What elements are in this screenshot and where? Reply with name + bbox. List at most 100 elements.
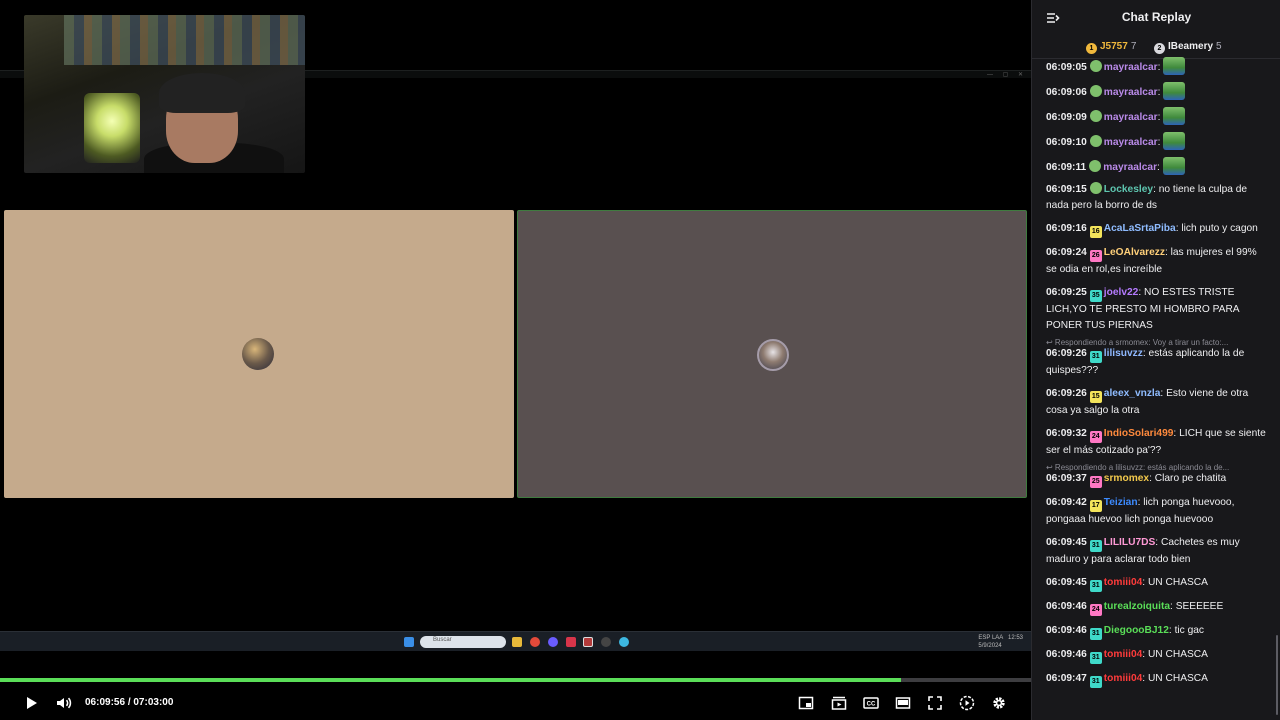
streamer-webcam — [24, 15, 305, 173]
subscriber-badge[interactable]: 31 — [1089, 540, 1102, 552]
chat-username[interactable]: aleex_vnzla — [1104, 388, 1161, 399]
subscriber-badge[interactable]: 31 — [1089, 580, 1102, 592]
chat-username[interactable]: DiegoooBJ12 — [1104, 625, 1169, 636]
chat-username[interactable]: mayraalcar — [1103, 162, 1157, 173]
miniplayer-button[interactable] — [797, 694, 815, 712]
participant-avatar — [242, 338, 274, 370]
subscriber-badge[interactable]: 24 — [1089, 604, 1102, 616]
subscriber-badge[interactable]: 17 — [1089, 500, 1102, 512]
chat-username[interactable]: AcaLaSrtaPiba — [1104, 223, 1176, 234]
chat-username[interactable]: Lockesley — [1104, 184, 1153, 195]
seek-bar[interactable] — [0, 678, 1031, 682]
chat-username[interactable]: turealzoiquita — [1104, 601, 1170, 612]
message-timestamp: 06:09:46 — [1046, 625, 1087, 636]
play-icon — [27, 697, 37, 709]
message-timestamp: 06:09:47 — [1046, 673, 1087, 684]
play-button[interactable] — [22, 694, 40, 712]
leaderboard-name: IBeamery — [1168, 41, 1214, 52]
leaderboard-entry[interactable]: 1 J5757 7 — [1086, 41, 1136, 54]
message-timestamp: 06:09:05 — [1046, 62, 1087, 73]
message-timestamp: 06:09:25 — [1046, 287, 1087, 298]
volume-button[interactable] — [55, 694, 73, 712]
fullscreen-button[interactable] — [926, 694, 944, 712]
message-timestamp: 06:09:46 — [1046, 601, 1087, 612]
pepe-emote-icon — [1163, 57, 1186, 75]
folder-icon — [512, 637, 522, 647]
message-text: UN CHASCA — [1147, 649, 1208, 660]
message-text: tic gac — [1174, 625, 1205, 636]
app-icon — [601, 637, 611, 647]
svg-text:CC: CC — [867, 702, 876, 708]
chat-username[interactable]: LILILU7DS — [1104, 537, 1156, 548]
chat-username[interactable]: tomiii04 — [1104, 649, 1143, 660]
taskbar-tray: ESP LAA 12:53 5/9/2024 — [978, 635, 1023, 649]
message-timestamp: 06:09:32 — [1046, 428, 1087, 439]
captions-button[interactable]: CC — [862, 694, 880, 712]
chat-username[interactable]: IndioSolari499 — [1104, 428, 1174, 439]
chat-header: Chat Replay — [1032, 0, 1280, 36]
subscriber-badge[interactable]: 16 — [1089, 226, 1102, 238]
playback-speed-button[interactable] — [958, 694, 976, 712]
call-participant-tile-right — [517, 210, 1027, 498]
subscriber-badge[interactable]: 24 — [1089, 431, 1102, 443]
subscriber-badge[interactable]: 31 — [1089, 652, 1102, 664]
call-participant-tile-left — [4, 210, 514, 498]
chat-badge-icon[interactable] — [1089, 160, 1102, 172]
chat-badge-icon[interactable] — [1089, 60, 1102, 72]
chat-message: 06:09:45 31 tomiii04: UN CHASCA — [1046, 575, 1267, 592]
message-timestamp: 06:09:24 — [1046, 247, 1087, 258]
chat-message: 06:09:26 31 lilisuvzz: estás aplicando la … — [1046, 348, 1245, 376]
taskbar-search: Buscar — [420, 636, 506, 648]
chat-message: 06:09:16 16 AcaLaSrtaPiba: lich puto y cag… — [1046, 221, 1267, 238]
leaderboard-name: J5757 — [1100, 41, 1128, 52]
chat-scrollbar[interactable] — [1276, 635, 1278, 715]
subscriber-badge[interactable]: 31 — [1089, 676, 1102, 688]
message-timestamp: 06:09:10 — [1046, 137, 1087, 148]
chat-username[interactable]: joelv22 — [1104, 287, 1139, 298]
chat-message: 06:09:46 31 DiegoooBJ12: tic gac — [1046, 623, 1267, 640]
chat-message: 06:09:46 24 turealzoiquita: SEEEEEE — [1046, 599, 1267, 616]
subscriber-badge[interactable]: 35 — [1089, 290, 1102, 302]
chat-badge-icon[interactable] — [1089, 85, 1102, 97]
clip-button[interactable] — [830, 694, 848, 712]
chat-message: 06:09:37 25 srmomex: Claro pe chatita — [1046, 471, 1267, 488]
theatre-mode-icon — [895, 697, 911, 709]
message-text: UN CHASCA — [1147, 577, 1208, 588]
gear-icon — [993, 697, 1005, 709]
chat-message: 06:09:11 mayraalcar: — [1046, 157, 1267, 176]
theatre-mode-button[interactable] — [894, 694, 912, 712]
chat-badge-icon[interactable] — [1089, 110, 1102, 122]
subscriber-badge[interactable]: 31 — [1089, 351, 1102, 363]
captured-taskbar: Buscar ESP LAA 12:53 5/9/2024 — [0, 631, 1031, 651]
chat-username[interactable]: mayraalcar — [1104, 137, 1158, 148]
app-icon — [566, 637, 576, 647]
rank-badge: 2 — [1154, 43, 1165, 54]
subscriber-badge[interactable]: 25 — [1089, 476, 1102, 488]
message-timestamp: 06:09:26 — [1046, 348, 1087, 359]
chat-username[interactable]: lilisuvzz — [1104, 348, 1143, 359]
chat-message: 06:09:24 26 LeOAlvarezz: las mujeres el 99… — [1046, 247, 1257, 275]
message-timestamp: 06:09:42 — [1046, 497, 1087, 508]
subscriber-badge[interactable]: 26 — [1089, 250, 1102, 262]
message-timestamp: 06:09:11 — [1046, 162, 1087, 173]
chat-badge-icon[interactable] — [1089, 182, 1102, 194]
subscriber-badge[interactable]: 31 — [1089, 628, 1102, 640]
chat-badge-icon[interactable] — [1089, 135, 1102, 147]
chat-username[interactable]: Teizian — [1104, 497, 1138, 508]
chat-username[interactable]: mayraalcar — [1104, 62, 1158, 73]
duration: 07:03:00 — [133, 697, 174, 708]
settings-button[interactable] — [990, 694, 1008, 712]
timecode: 06:09:56 / 07:03:00 — [85, 697, 174, 708]
video-player[interactable]: — ▢ ✕ Buscar ESP LAA 12:53 5/9/2024 06:09… — [0, 0, 1031, 720]
message-timestamp: 06:09:26 — [1046, 388, 1087, 399]
subscriber-badge[interactable]: 15 — [1089, 391, 1102, 403]
chat-username[interactable]: srmomex — [1104, 473, 1149, 484]
chat-username[interactable]: mayraalcar — [1104, 87, 1158, 98]
chat-message: 06:09:45 31 LILILU7DS: Cachetes es muy mad… — [1046, 537, 1240, 565]
chat-username[interactable]: mayraalcar — [1104, 112, 1158, 123]
chat-username[interactable]: tomiii04 — [1104, 673, 1143, 684]
chat-username[interactable]: LeOAlvarezz — [1104, 247, 1165, 258]
leaderboard-entry[interactable]: 2 IBeamery 5 — [1154, 41, 1222, 54]
discord-icon — [548, 637, 558, 647]
chat-username[interactable]: tomiii04 — [1104, 577, 1143, 588]
